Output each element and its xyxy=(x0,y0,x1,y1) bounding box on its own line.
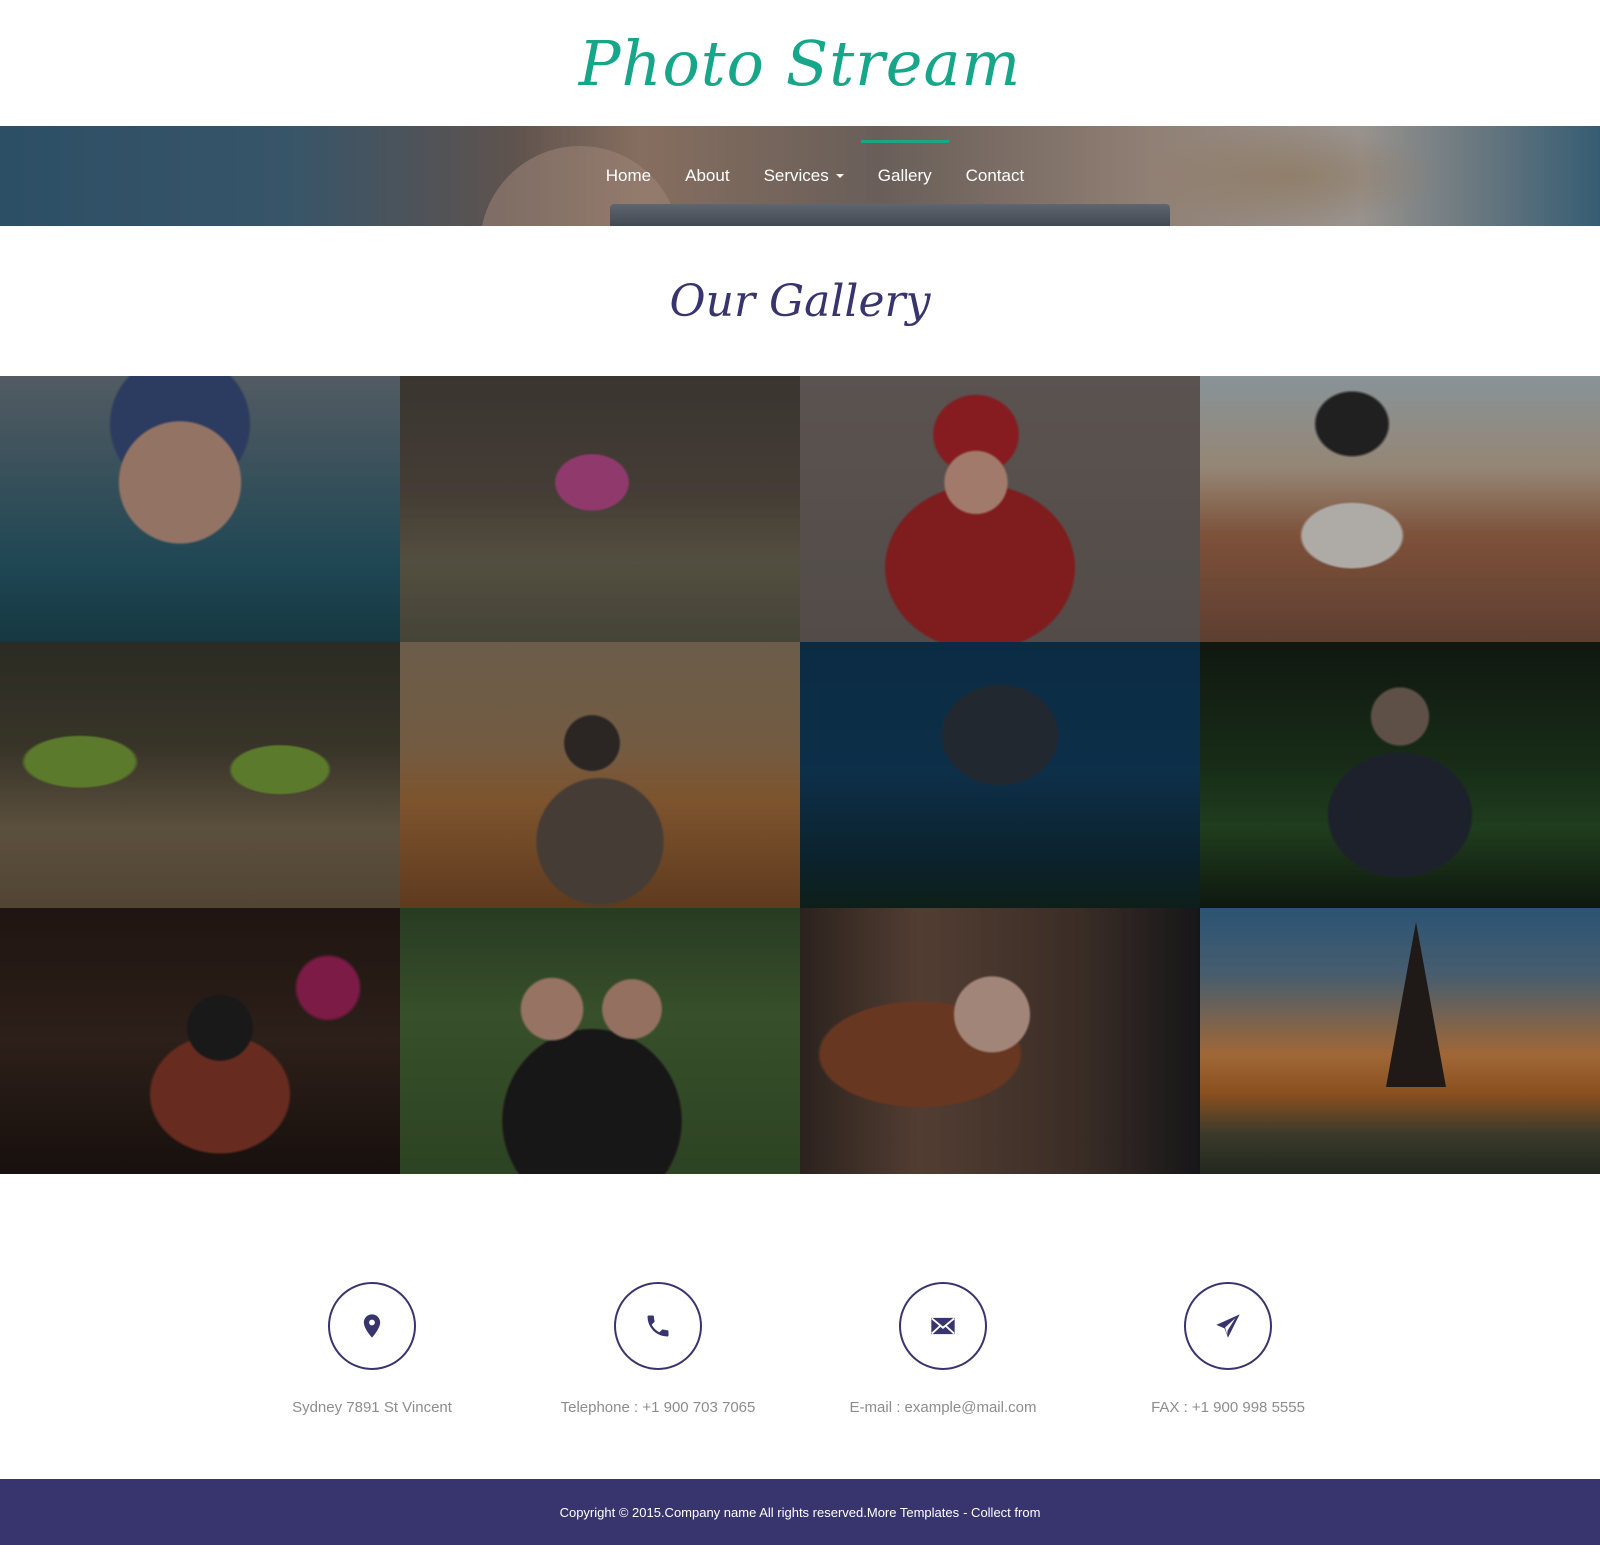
gallery-tile-two-women-vintage-camera[interactable] xyxy=(400,908,800,1174)
tile-overlay xyxy=(0,376,400,642)
nav-item-services[interactable]: Services xyxy=(747,126,861,226)
site-footer: Copyright © 2015.Company name All rights… xyxy=(0,1479,1600,1545)
tile-overlay xyxy=(400,642,800,908)
nav-item-about[interactable]: About xyxy=(668,126,746,226)
tile-overlay xyxy=(400,908,800,1174)
gallery-tile-woman-red-hat-blowing-kiss[interactable] xyxy=(800,376,1200,642)
gallery-tile-man-with-camera-in-boat[interactable] xyxy=(1200,642,1600,908)
contact-email: E-mail : example@mail.com xyxy=(793,1282,1093,1416)
email-text: E-mail : example@mail.com xyxy=(849,1399,1037,1416)
gallery-tile-eiffel-tower-sunset[interactable] xyxy=(1200,908,1600,1174)
site-header: Photo Stream Home About Services Gallery… xyxy=(0,0,1600,226)
gallery-title: Our Gallery xyxy=(669,275,931,327)
tile-overlay xyxy=(1200,908,1600,1174)
nav-item-label: Contact xyxy=(965,166,1025,185)
nav-banner: Home About Services Gallery Contact xyxy=(0,126,1600,226)
paper-plane-icon xyxy=(1216,1314,1240,1338)
map-pin-icon xyxy=(363,1314,381,1338)
nav-item-label: Services xyxy=(763,166,829,185)
fax-text: FAX : +1 900 998 5555 xyxy=(1151,1399,1305,1416)
phone-icon-circle[interactable] xyxy=(614,1282,702,1370)
nav-item-label: Home xyxy=(605,166,652,185)
gallery-tile-woman-sunglasses-portrait[interactable] xyxy=(800,908,1200,1174)
paper-plane-icon-circle[interactable] xyxy=(1184,1282,1272,1370)
brand-bar: Photo Stream xyxy=(0,0,1600,126)
gallery-tile-man-photographer-ballroom[interactable] xyxy=(400,642,800,908)
tile-overlay xyxy=(0,908,400,1174)
main-nav: Home About Services Gallery Contact xyxy=(0,126,1600,226)
nav-item-label: Gallery xyxy=(877,166,932,185)
tile-overlay xyxy=(800,642,1200,908)
nav-item-label: About xyxy=(685,166,730,185)
tile-overlay xyxy=(800,908,1200,1174)
gallery-grid xyxy=(0,376,1600,1174)
tile-overlay xyxy=(0,642,400,908)
telephone-text: Telephone : +1 900 703 7065 xyxy=(560,1399,756,1416)
address-text: Sydney 7891 St Vincent xyxy=(292,1399,452,1416)
contact-fax: FAX : +1 900 998 5555 xyxy=(1078,1282,1378,1416)
nav-item-gallery[interactable]: Gallery xyxy=(860,126,949,226)
gallery-tile-girl-pink-jacket-field[interactable] xyxy=(400,376,800,642)
gallery-tile-child-in-winter-hat[interactable] xyxy=(0,376,400,642)
tile-overlay xyxy=(800,376,1200,642)
gallery-heading-section: Our Gallery xyxy=(0,226,1600,376)
gallery-tile-toy-frogs-with-cameras[interactable] xyxy=(0,642,400,908)
phone-icon xyxy=(647,1315,669,1337)
caret-down-icon xyxy=(835,174,844,178)
gallery-tile-underwater-diver-photographer[interactable] xyxy=(800,642,1200,908)
tile-overlay xyxy=(1200,642,1600,908)
nav-item-contact[interactable]: Contact xyxy=(949,126,1042,226)
contact-section: Sydney 7891 St Vincent Telephone : +1 90… xyxy=(0,1174,1600,1472)
address-icon-circle[interactable] xyxy=(328,1282,416,1370)
contact-telephone: Telephone : +1 900 703 7065 xyxy=(508,1282,808,1416)
copyright-text: Copyright © 2015.Company name All rights… xyxy=(559,1504,960,1520)
tile-overlay xyxy=(1200,376,1600,642)
envelope-icon xyxy=(931,1317,955,1335)
gallery-tile-woman-photographer-rooftops[interactable] xyxy=(1200,376,1600,642)
tile-overlay xyxy=(400,376,800,642)
site-logo[interactable]: Photo Stream xyxy=(579,27,1021,100)
gallery-tile-woman-with-camera-party[interactable] xyxy=(0,908,400,1174)
collect-link[interactable]: - Collect from xyxy=(963,1505,1040,1520)
contact-address: Sydney 7891 St Vincent xyxy=(222,1282,522,1416)
envelope-icon-circle[interactable] xyxy=(899,1282,987,1370)
nav-item-home[interactable]: Home xyxy=(589,126,668,226)
